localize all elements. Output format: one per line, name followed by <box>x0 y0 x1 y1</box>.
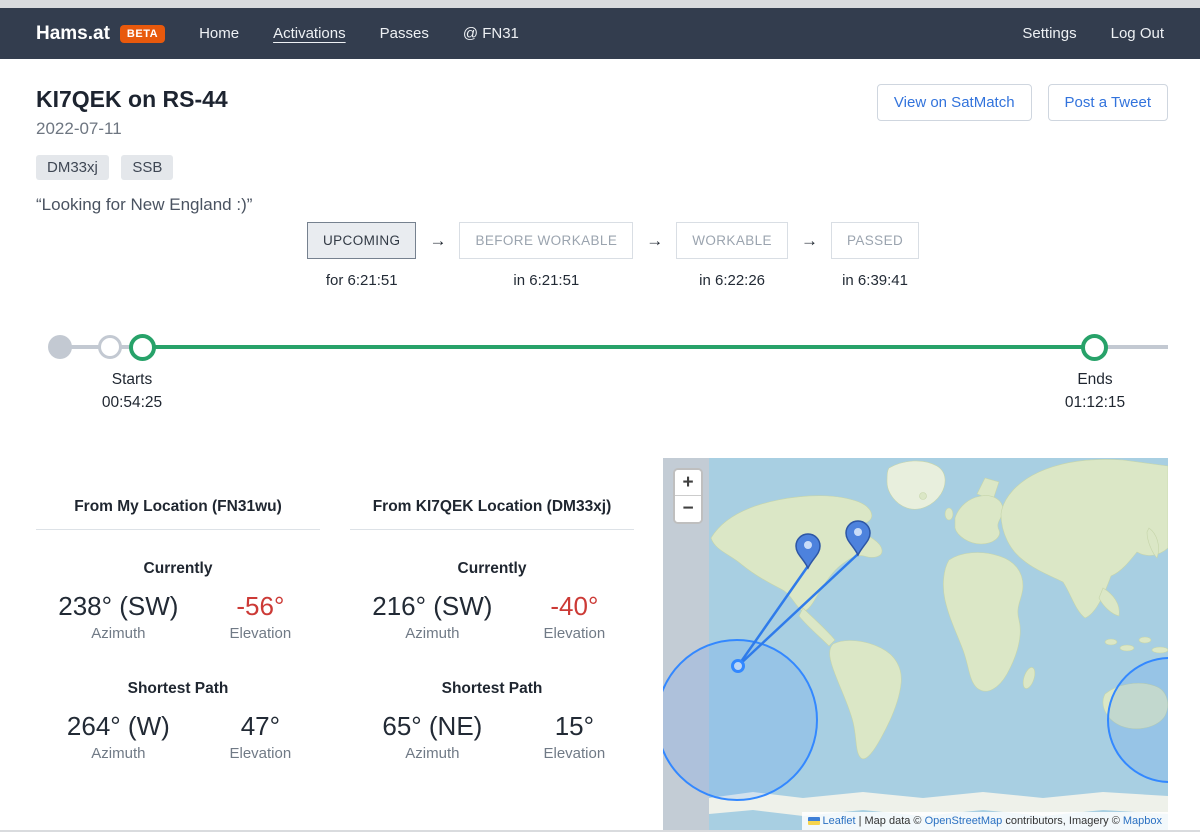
starts-time: 00:54:25 <box>101 394 163 411</box>
step-box: WORKABLE <box>676 222 788 259</box>
nav-item-home[interactable]: Home <box>199 25 239 42</box>
mapbox-link[interactable]: Mapbox <box>1123 815 1162 827</box>
step-workable: WORKABLE in 6:22:26 <box>676 222 788 289</box>
status-stepper: UPCOMING for 6:21:51 → BEFORE WORKABLE i… <box>307 222 920 289</box>
beta-badge: BETA <box>119 24 166 43</box>
ends-time: 01:12:15 <box>1064 394 1126 411</box>
nav-right-group: Settings Log Out <box>1022 25 1164 42</box>
step-box: UPCOMING <box>307 222 417 259</box>
timeline-dot-workable <box>98 335 122 359</box>
step-upcoming: UPCOMING for 6:21:51 <box>307 222 417 289</box>
arrow-right-icon: → <box>646 230 664 250</box>
panel-activator-location: From KI7QEK Location (DM33xj) Currently … <box>350 498 634 762</box>
navbar: Hams.at BETA Home Activations Passes @ F… <box>0 8 1200 59</box>
ends-label: Ends <box>1077 371 1113 388</box>
world-map-canvas <box>663 458 1168 830</box>
timeline-dot-start <box>129 334 156 361</box>
currently-heading: Currently <box>143 560 213 577</box>
shortest-elevation-value: 47° <box>240 711 281 741</box>
azimuth-label: Azimuth <box>405 745 460 762</box>
step-time: in 6:22:26 <box>699 272 766 289</box>
shortest-elevation-value: 15° <box>554 711 595 741</box>
elevation-label: Elevation <box>229 745 292 762</box>
currently-azimuth-value: 216° (SW) <box>372 591 493 621</box>
ukraine-flag-icon <box>807 817 820 825</box>
activation-header: KI7QEK on RS-44 2022-07-11 DM33xj SSB “L… <box>36 86 252 215</box>
shortest-path-values: 65° (NE) Azimuth 15° Elevation <box>350 711 634 762</box>
timeline-end-label: Ends 01:12:15 <box>1025 368 1165 414</box>
timeline-start-label: Starts 00:54:25 <box>62 368 202 414</box>
mode-tag: SSB <box>121 155 174 180</box>
step-time: in 6:39:41 <box>842 272 908 289</box>
step-time: in 6:21:51 <box>513 272 580 289</box>
shortest-azimuth-value: 65° (NE) <box>382 711 483 741</box>
panel-my-location: From My Location (FN31wu) Currently 238°… <box>36 498 320 762</box>
timeline-segment-green <box>143 345 1095 349</box>
currently-values: 216° (SW) Azimuth -40° Elevation <box>350 591 634 642</box>
map-zoom-control: + − <box>673 468 703 524</box>
arrow-right-icon: → <box>800 230 818 250</box>
arrow-right-icon: → <box>429 230 447 250</box>
island <box>1104 638 1118 646</box>
elevation-label: Elevation <box>229 625 292 642</box>
panel-title: From My Location (FN31wu) <box>36 498 320 530</box>
brand-logo[interactable]: Hams.at <box>36 23 110 45</box>
satellite-map[interactable]: + − Leaflet | Map data © OpenStreetMap c… <box>663 458 1168 830</box>
iceland <box>919 492 927 500</box>
step-box: BEFORE WORKABLE <box>459 222 634 259</box>
nav-item-settings[interactable]: Settings <box>1022 25 1076 42</box>
elevation-label: Elevation <box>543 625 606 642</box>
british-isles <box>944 507 954 521</box>
shortest-path-heading: Shortest Path <box>127 680 229 697</box>
currently-values: 238° (SW) Azimuth -56° Elevation <box>36 591 320 642</box>
grid-tag: DM33xj <box>36 155 109 180</box>
view-on-satmatch-button[interactable]: View on SatMatch <box>876 84 1032 121</box>
azimuth-label: Azimuth <box>91 625 146 642</box>
currently-heading: Currently <box>457 560 527 577</box>
satellite-position-marker[interactable] <box>731 659 745 673</box>
tag-row: DM33xj SSB <box>36 155 252 180</box>
currently-azimuth-value: 238° (SW) <box>58 591 179 621</box>
currently-elevation-value: -40° <box>550 591 599 621</box>
post-a-tweet-button[interactable]: Post a Tweet <box>1047 84 1168 121</box>
pass-timeline: Starts 00:54:25 Ends 01:12:15 <box>36 334 1168 424</box>
shortest-path-heading: Shortest Path <box>441 680 543 697</box>
step-time: for 6:21:51 <box>325 272 398 289</box>
nav-item-logout[interactable]: Log Out <box>1111 25 1164 42</box>
window-top-edge <box>0 0 1200 8</box>
island <box>1151 646 1168 654</box>
zoom-out-button[interactable]: − <box>675 496 701 522</box>
nav-item-passes[interactable]: Passes <box>380 25 429 42</box>
step-box: PASSED <box>830 222 920 259</box>
island <box>1138 636 1152 644</box>
nav-item-grid-fn31[interactable]: @ FN31 <box>463 25 519 42</box>
step-before-workable: BEFORE WORKABLE in 6:21:51 <box>459 222 634 289</box>
attribution-text: contributors, Imagery © <box>1002 815 1123 827</box>
timeline-dot-now <box>48 335 72 359</box>
shortest-azimuth-value: 264° (W) <box>66 711 170 741</box>
zoom-in-button[interactable]: + <box>675 470 701 496</box>
elevation-label: Elevation <box>543 745 606 762</box>
leaflet-link[interactable]: Leaflet <box>823 815 856 827</box>
activation-comment: “Looking for New England :)” <box>36 195 253 214</box>
shortest-path-values: 264° (W) Azimuth 47° Elevation <box>36 711 320 762</box>
map-attribution: Leaflet | Map data © OpenStreetMap contr… <box>801 812 1168 830</box>
timeline-dot-end <box>1081 334 1108 361</box>
page-title: KI7QEK on RS-44 <box>36 86 228 112</box>
attribution-text: | Map data © <box>855 815 925 827</box>
activation-date: 2022-07-11 <box>36 119 122 138</box>
azimuth-label: Azimuth <box>91 745 146 762</box>
header-actions: View on SatMatch Post a Tweet <box>876 84 1168 121</box>
panel-title: From KI7QEK Location (DM33xj) <box>350 498 634 530</box>
currently-elevation-value: -56° <box>236 591 285 621</box>
starts-label: Starts <box>111 371 153 388</box>
nav-item-activations[interactable]: Activations <box>273 25 346 42</box>
island <box>1119 644 1135 652</box>
step-passed: PASSED in 6:39:41 <box>830 222 920 289</box>
location-panels: From My Location (FN31wu) Currently 238°… <box>36 498 634 762</box>
azimuth-label: Azimuth <box>405 625 460 642</box>
page: Hams.at BETA Home Activations Passes @ F… <box>0 0 1200 832</box>
openstreetmap-link[interactable]: OpenStreetMap <box>925 815 1003 827</box>
